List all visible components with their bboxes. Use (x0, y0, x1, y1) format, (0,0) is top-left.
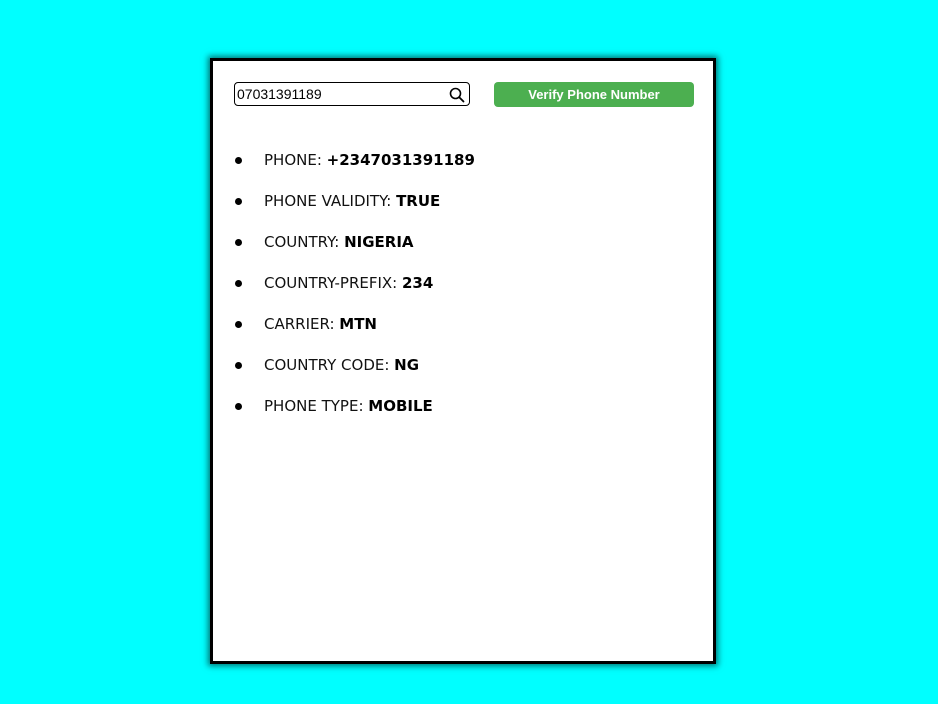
result-label: COUNTRY: (264, 233, 345, 251)
result-value: 234 (402, 274, 434, 292)
result-country-prefix: COUNTRY-PREFIX: 234 (213, 276, 475, 317)
result-value: TRUE (396, 192, 441, 210)
bullet-icon (235, 157, 242, 164)
bullet-icon (235, 403, 242, 410)
bullet-icon (235, 198, 242, 205)
phone-verifier-card: Verify Phone Number PHONE: +234703139118… (210, 58, 716, 664)
result-label: PHONE VALIDITY: (264, 192, 397, 210)
result-phone-type: PHONE TYPE: MOBILE (213, 399, 475, 440)
result-value: NIGERIA (344, 233, 414, 251)
results-list: PHONE: +2347031391189 PHONE VALIDITY: TR… (213, 153, 475, 440)
result-phone-validity: PHONE VALIDITY: TRUE (213, 194, 475, 235)
result-label: COUNTRY-PREFIX: (264, 274, 402, 292)
result-label: PHONE: (264, 151, 327, 169)
result-value: +2347031391189 (326, 151, 475, 169)
result-value: NG (394, 356, 420, 374)
result-phone: PHONE: +2347031391189 (213, 153, 475, 194)
bullet-icon (235, 321, 242, 328)
search-box[interactable] (234, 82, 470, 106)
result-carrier: CARRIER: MTN (213, 317, 475, 358)
phone-number-input[interactable] (235, 83, 447, 105)
result-country: COUNTRY: NIGERIA (213, 235, 475, 276)
bullet-icon (235, 280, 242, 287)
bullet-icon (235, 362, 242, 369)
result-label: PHONE TYPE: (264, 397, 369, 415)
result-value: MTN (339, 315, 377, 333)
result-label: COUNTRY CODE: (264, 356, 395, 374)
result-label: CARRIER: (264, 315, 340, 333)
result-country-code: COUNTRY CODE: NG (213, 358, 475, 399)
search-icon[interactable] (449, 87, 465, 103)
result-value: MOBILE (368, 397, 433, 415)
bullet-icon (235, 239, 242, 246)
verify-phone-number-button[interactable]: Verify Phone Number (494, 82, 694, 107)
